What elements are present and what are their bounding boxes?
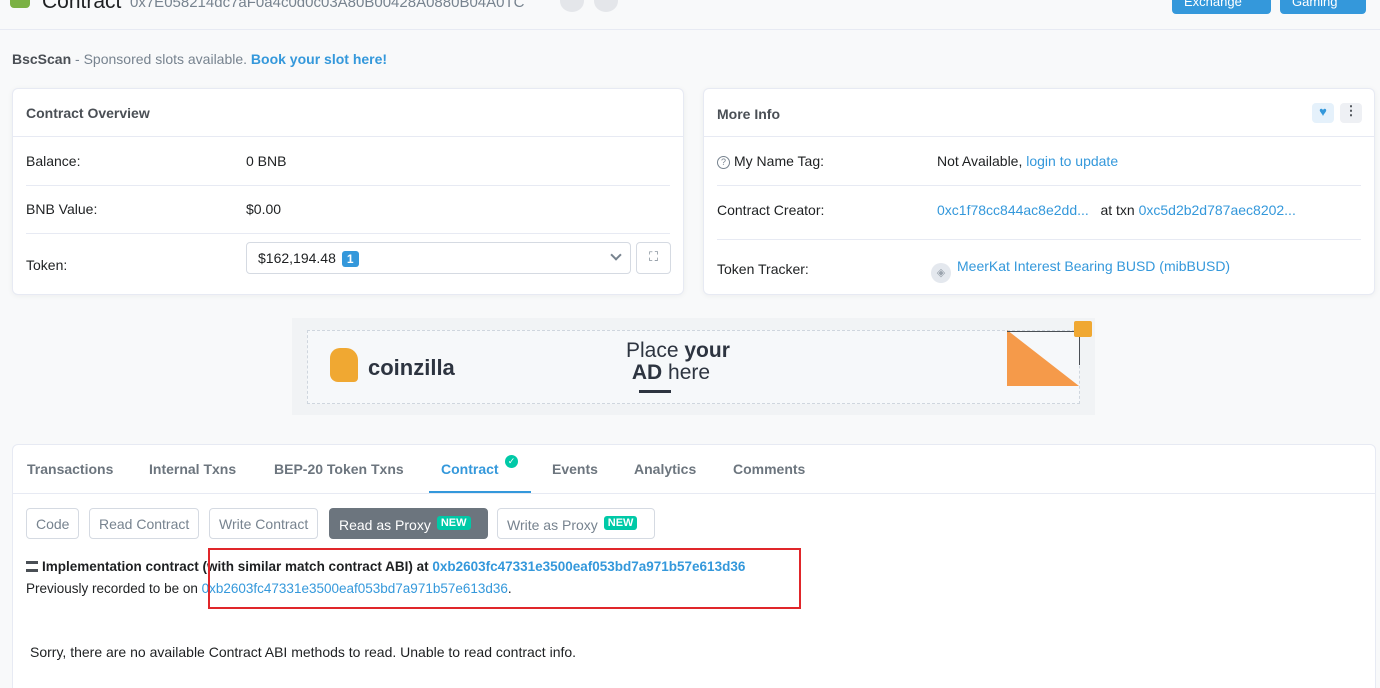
tab-events[interactable]: Events: [552, 461, 598, 477]
ad-brand: coinzilla: [368, 355, 455, 380]
contract-address: 0x7E058214dc7aF0a4c0d0c03A80B00428A0880B…: [130, 0, 525, 11]
question-icon: ?: [717, 156, 730, 169]
previously-recorded-text: Previously recorded to be on: [26, 581, 202, 596]
token-tracker-link[interactable]: MeerKat Interest Bearing BUSD (mibBUSD): [957, 258, 1230, 274]
ad-underline: [639, 390, 671, 393]
exchange-button[interactable]: Exchange: [1172, 0, 1271, 14]
contract-tabs-card: Transactions Internal Txns BEP-20 Token …: [12, 444, 1376, 688]
gaming-button[interactable]: Gaming: [1280, 0, 1366, 14]
creator-address-link[interactable]: 0xc1f78cc844ac8e2dd...: [937, 202, 1089, 218]
contract-overview-card: Contract Overview Balance: 0 BNB BNB Val…: [12, 88, 684, 295]
write-contract-button[interactable]: Write Contract: [209, 508, 319, 539]
sponsor-brand: BscScan: [12, 51, 72, 67]
tracker-label: Token Tracker:: [717, 261, 809, 277]
tab-analytics[interactable]: Analytics: [634, 461, 696, 477]
book-slot-link[interactable]: Book your slot here!: [251, 51, 387, 67]
balance-label: Balance:: [26, 153, 81, 169]
balance-value: 0 BNB: [246, 153, 287, 169]
creator-txn-link[interactable]: 0xc5d2b2d787aec8202...: [1139, 202, 1296, 218]
ad-line2-a: AD: [631, 361, 663, 384]
tab-comments[interactable]: Comments: [733, 461, 805, 477]
read-contract-button[interactable]: Read Contract: [89, 508, 200, 539]
token-row: Token: $162,194.48 1 ⛶: [26, 234, 671, 282]
tab-internal-txns[interactable]: Internal Txns: [149, 461, 236, 477]
implementation-label: Implementation contract: [42, 559, 199, 574]
no-abi-message: Sorry, there are no available Contract A…: [30, 644, 577, 660]
write-as-proxy-button[interactable]: Write as Proxy NEW: [497, 508, 655, 539]
token-label: Token:: [26, 257, 68, 273]
new-badge: NEW: [436, 516, 471, 530]
name-tag-value: Not Available,: [937, 153, 1023, 169]
token-tracker-row: Token Tracker: ◈ MeerKat Interest Bearing…: [717, 240, 1361, 288]
read-as-proxy-label: Read as Proxy: [339, 517, 431, 533]
layers-icon: [26, 561, 38, 572]
contract-overview-title: Contract Overview: [13, 89, 683, 137]
token-logo-icon: ◈: [931, 263, 951, 283]
balance-row: Balance: 0 BNB: [26, 138, 670, 186]
chevron-down-icon: [610, 249, 622, 261]
sponsor-line: BscScan - Sponsored slots available. Boo…: [12, 51, 387, 67]
name-tag-label: My Name Tag:: [734, 153, 824, 169]
ad-line1-a: Place: [626, 339, 685, 362]
ad-line1-b: your: [684, 339, 730, 362]
new-badge: NEW: [603, 516, 638, 530]
page-header: Contract 0x7E058214dc7aF0a4c0d0c03A80B00…: [0, 0, 1380, 30]
login-to-update-link[interactable]: login to update: [1026, 153, 1118, 169]
ad-mascot-icon: [1074, 321, 1092, 337]
coinzilla-mascot-icon: [330, 348, 358, 382]
creator-label: Contract Creator:: [717, 202, 825, 218]
creator-value-wrap: 0xc1f78cc844ac8e2dd... at txn 0xc5d2b2d7…: [937, 202, 1296, 218]
ad-corner-flag: [1007, 330, 1079, 386]
write-as-proxy-label: Write as Proxy: [507, 517, 598, 533]
more-info-title: More Info: [704, 89, 1374, 137]
tab-bar: Transactions Internal Txns BEP-20 Token …: [13, 445, 1375, 494]
contract-creator-row: Contract Creator: 0xc1f78cc844ac8e2dd...…: [717, 186, 1361, 240]
ad-tagline: Place your AD here: [626, 340, 776, 384]
token-dropdown[interactable]: $162,194.48 1: [246, 242, 631, 274]
ad-corner-line: [1007, 331, 1079, 332]
bnb-value: $0.00: [246, 201, 282, 217]
token-value: $162,194.48: [258, 250, 336, 266]
highlight-box: [208, 548, 801, 609]
sponsor-text: - Sponsored slots available.: [71, 51, 251, 67]
contract-logo-icon: [10, 0, 30, 8]
bnb-value-label: BNB Value:: [26, 201, 98, 217]
bnb-value-row: BNB Value: $0.00: [26, 186, 670, 234]
token-count-badge: 1: [341, 251, 359, 267]
more-options-icon[interactable]: ⋮: [1340, 103, 1362, 123]
heart-icon[interactable]: ♥: [1312, 103, 1334, 123]
verified-check-icon: ✓: [505, 455, 518, 468]
ad-line2-b: here: [662, 361, 711, 384]
code-button[interactable]: Code: [26, 508, 80, 539]
tracker-value-wrap: ◈ MeerKat Interest Bearing BUSD (mibBUSD): [931, 258, 1230, 283]
active-tab-indicator: [429, 491, 531, 493]
read-as-proxy-button[interactable]: Read as Proxy NEW: [329, 508, 488, 539]
name-tag-label-wrap: ? My Name Tag:: [717, 153, 824, 169]
more-info-card: More Info ♥ ⋮ ? My Name Tag: Not Availabl…: [703, 88, 1375, 295]
name-tag-value-wrap: Not Available, login to update: [937, 153, 1118, 169]
copy-icon[interactable]: [560, 0, 584, 12]
name-tag-row: ? My Name Tag: Not Available, login to up…: [717, 138, 1361, 186]
tab-bep20-token-txns[interactable]: BEP-20 Token Txns: [274, 461, 404, 477]
tab-contract[interactable]: Contract: [441, 461, 499, 477]
ad-banner[interactable]: coinzilla Place your AD here: [292, 318, 1095, 415]
expand-icon[interactable]: ⛶: [636, 242, 671, 274]
page-title: Contract: [42, 0, 122, 13]
tab-transactions[interactable]: Transactions: [27, 461, 113, 477]
at-txn-label: at txn: [1100, 202, 1135, 218]
qr-code-icon[interactable]: [594, 0, 618, 12]
